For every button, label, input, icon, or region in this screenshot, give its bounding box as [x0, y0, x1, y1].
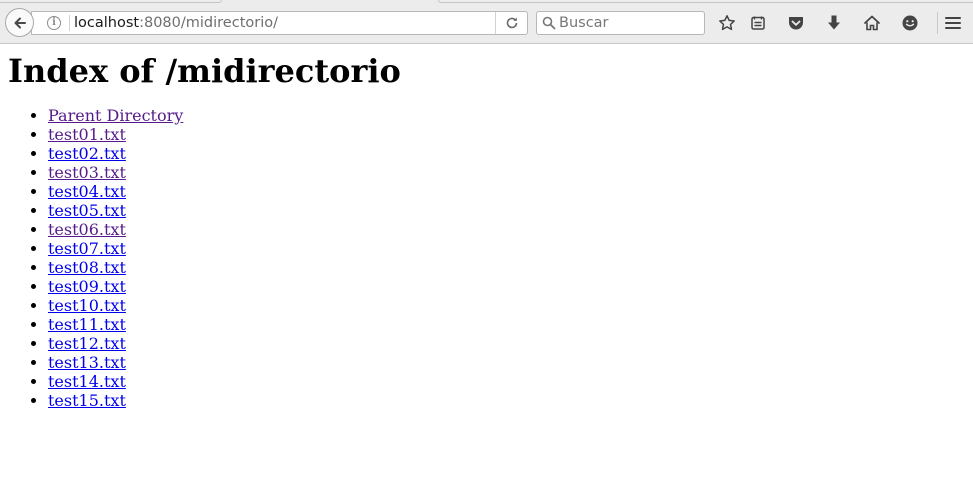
directory-list: Parent Directorytest01.txttest02.txttest… [8, 106, 965, 410]
list-item: test10.txt [48, 296, 965, 315]
file-link[interactable]: test14.txt [48, 372, 126, 391]
pocket-icon [789, 17, 803, 30]
list-item: test12.txt [48, 334, 965, 353]
home-icon [864, 15, 880, 31]
reload-icon [506, 17, 517, 29]
list-item: test07.txt [48, 239, 965, 258]
file-link[interactable]: test04.txt [48, 182, 126, 201]
page-content: Index of /midirectorio Parent Directoryt… [0, 52, 973, 410]
downloads-icon [828, 15, 840, 30]
file-link[interactable]: test10.txt [48, 296, 126, 315]
list-item: test15.txt [48, 391, 965, 410]
toolbar-divider [937, 12, 938, 34]
emoji-icon [902, 15, 918, 31]
file-link[interactable]: test02.txt [48, 144, 126, 163]
reload-button[interactable] [495, 12, 527, 34]
list-item: test02.txt [48, 144, 965, 163]
back-arrow-icon [14, 17, 26, 28]
parent-directory-link[interactable]: Parent Directory [48, 106, 183, 125]
list-item: test14.txt [48, 372, 965, 391]
list-item: test03.txt [48, 163, 965, 182]
list-item: test09.txt [48, 277, 965, 296]
pocket-button[interactable] [784, 11, 808, 35]
list-item: test01.txt [48, 125, 965, 144]
file-link[interactable]: test11.txt [48, 315, 126, 334]
url-host: localhost [74, 15, 140, 31]
url-text[interactable]: localhost:8080/midirectorio/ [74, 15, 278, 31]
reader-view-icon [751, 16, 765, 30]
url-separator [69, 15, 70, 31]
bookmark-star-button[interactable] [715, 11, 739, 35]
back-button[interactable] [5, 8, 34, 37]
hamburger-menu-icon [945, 17, 961, 29]
list-item: test08.txt [48, 258, 965, 277]
file-link[interactable]: test06.txt [48, 220, 126, 239]
search-input[interactable] [559, 15, 699, 31]
file-link[interactable]: test15.txt [48, 391, 126, 410]
file-link[interactable]: test08.txt [48, 258, 126, 277]
menu-button[interactable] [941, 11, 965, 35]
url-path: :8080/midirectorio/ [139, 15, 278, 31]
list-item: test05.txt [48, 201, 965, 220]
file-link[interactable]: test07.txt [48, 239, 126, 258]
page-title: Index of /midirectorio [8, 52, 401, 90]
file-link[interactable]: test13.txt [48, 353, 126, 372]
url-bar[interactable]: i localhost:8080/midirectorio/ [31, 11, 528, 35]
file-link[interactable]: test01.txt [48, 125, 126, 144]
file-link[interactable]: test05.txt [48, 201, 126, 220]
tab-strip-edge [0, 0, 973, 3]
downloads-button[interactable] [822, 11, 846, 35]
file-link[interactable]: test12.txt [48, 334, 126, 353]
list-item: test13.txt [48, 353, 965, 372]
search-icon [542, 16, 556, 30]
emoji-button[interactable] [898, 11, 922, 35]
site-info-icon[interactable]: i [47, 16, 61, 30]
browser-toolbar: i localhost:8080/midirectorio/ [0, 0, 973, 44]
list-item: test06.txt [48, 220, 965, 239]
file-link[interactable]: test03.txt [48, 163, 126, 182]
list-item: Parent Directory [48, 106, 965, 125]
search-bar[interactable] [536, 11, 705, 35]
reader-view-button[interactable] [746, 11, 770, 35]
home-button[interactable] [860, 11, 884, 35]
list-item: test04.txt [48, 182, 965, 201]
list-item: test11.txt [48, 315, 965, 334]
file-link[interactable]: test09.txt [48, 277, 126, 296]
bookmark-star-icon [719, 15, 735, 31]
